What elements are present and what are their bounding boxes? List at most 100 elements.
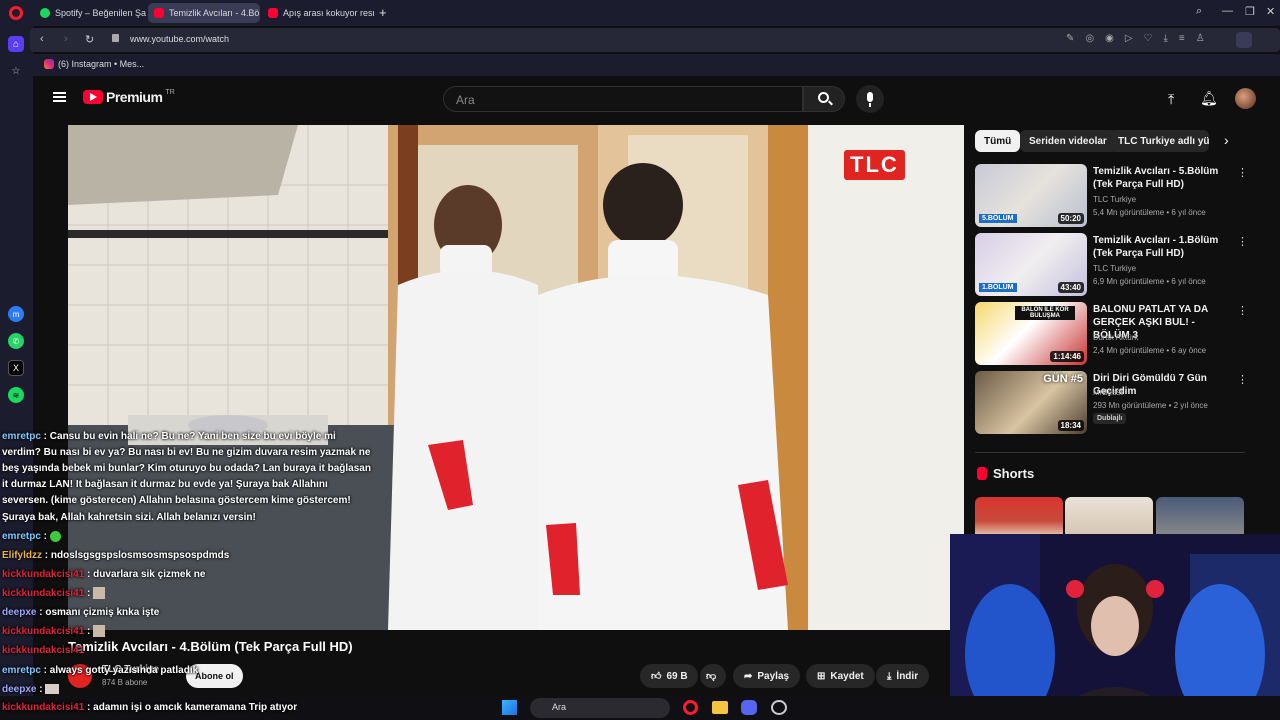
chat-username: emretpc bbox=[2, 431, 41, 442]
x-icon[interactable]: X bbox=[8, 360, 24, 376]
url-field[interactable]: www.youtube.com/watch bbox=[130, 34, 229, 44]
dislike-button[interactable]: 👎︎ bbox=[700, 664, 726, 688]
share-button[interactable]: ➦ Paylaş bbox=[733, 664, 801, 688]
bookmark-instagram[interactable]: (6) Instagram • Mes... bbox=[44, 59, 144, 69]
chat-username: kickkundakcisi41 bbox=[2, 626, 85, 637]
download-button[interactable]: ⤓ İndir bbox=[876, 664, 930, 688]
webcam-overlay bbox=[950, 534, 1280, 720]
star-icon[interactable]: ☆ bbox=[8, 63, 24, 79]
chat-text: beş yaşında bebek mi bunlar? Kim oturuyo… bbox=[2, 463, 371, 474]
chat-username: deepxe bbox=[2, 607, 37, 618]
chat-text: it durmaz LAN! It bağlasan it durmaz bu … bbox=[2, 479, 328, 490]
chat-text: : bbox=[36, 684, 46, 695]
chat-message: beş yaşında bebek mi bunlar? Kim oturuyo… bbox=[2, 461, 371, 478]
more-icon[interactable]: ⋮ bbox=[1237, 304, 1248, 317]
forward-icon[interactable]: › bbox=[64, 33, 68, 45]
recommendation-item[interactable]: BALON İLE KÖR BULUŞMA 1:14:46 BALONU PAT… bbox=[975, 302, 1248, 366]
spotify-icon[interactable]: ≋ bbox=[8, 387, 24, 403]
video-title: Temizlik Avcıları - 4.Bölüm (Tek Parça F… bbox=[68, 639, 353, 654]
upload-icon[interactable]: ⤒ bbox=[1168, 91, 1174, 108]
extensions-icon[interactable] bbox=[1236, 32, 1252, 48]
tab-youtube-active[interactable]: Temizlik Avcıları - 4.Bö bbox=[148, 3, 260, 23]
save-button[interactable]: ⊞ Kaydet bbox=[806, 664, 875, 688]
recommendation-item[interactable]: GÜN #5 18:34 Diri Diri Gömüldü 7 Gün Geç… bbox=[975, 371, 1248, 435]
reload-icon[interactable]: ↻ bbox=[85, 33, 94, 46]
more-icon[interactable]: ⋮ bbox=[1237, 373, 1248, 386]
chevron-right-icon[interactable]: › bbox=[1224, 132, 1229, 148]
chip-series[interactable]: Seriden videolar bbox=[1020, 130, 1116, 152]
opera-logo-icon[interactable] bbox=[9, 6, 23, 20]
more-icon[interactable]: ⋮ bbox=[1237, 166, 1248, 179]
like-count: 69 B bbox=[666, 670, 688, 682]
duration-badge: 50:20 bbox=[1057, 213, 1084, 224]
opera-icon[interactable] bbox=[683, 700, 698, 715]
search-input[interactable]: Ara bbox=[443, 86, 803, 112]
short-thumbnail[interactable] bbox=[1156, 497, 1244, 537]
search-button[interactable] bbox=[803, 86, 845, 112]
recommendation-item[interactable]: 5.BÖLÜM 50:20 Temizlik Avcıları - 5.Bölü… bbox=[975, 164, 1248, 228]
download-icon: ⤓ bbox=[887, 670, 892, 682]
chat-username: Elifyldzz bbox=[2, 550, 43, 561]
webcam-frame bbox=[950, 534, 1280, 720]
thumbnail: BALON İLE KÖR BULUŞMA 1:14:46 bbox=[975, 302, 1087, 365]
app-icon[interactable] bbox=[771, 700, 787, 715]
bookmark-label: (6) Instagram • Mes... bbox=[58, 59, 145, 69]
tab-label: Apış arası kokuyor resmen bbox=[283, 8, 374, 18]
youtube-logo[interactable]: Premium TR bbox=[83, 89, 175, 105]
maximize-icon[interactable]: ❐ bbox=[1245, 5, 1255, 18]
home-icon[interactable]: ⌂ bbox=[8, 36, 24, 52]
windows-start-icon[interactable] bbox=[502, 700, 517, 715]
back-icon[interactable]: ‹ bbox=[40, 33, 44, 45]
bookmark-icon: ⊞ bbox=[817, 670, 826, 682]
recommendation-item[interactable]: 1.BÖLÜM 43:40 Temizlik Avcıları - 1.Bölü… bbox=[975, 233, 1248, 297]
chat-text: : bbox=[84, 626, 94, 637]
video-meta: 293 Mn görüntüleme • 2 yıl önce bbox=[1093, 401, 1208, 410]
chat-text: : bbox=[40, 531, 50, 542]
notifications-icon[interactable]: 🔔︎ bbox=[1200, 90, 1218, 107]
emote-icon bbox=[93, 625, 106, 638]
video-title: Temizlik Avcıları - 1.Bölüm (Tek Parça F… bbox=[1093, 235, 1219, 259]
file-explorer-icon[interactable] bbox=[712, 701, 728, 714]
search-icon[interactable]: ⌕ bbox=[1196, 5, 1202, 18]
youtube-play-icon bbox=[83, 90, 103, 104]
logo-text: Premium bbox=[106, 89, 163, 105]
taskbar-search[interactable]: Ara bbox=[530, 698, 670, 718]
chip-all[interactable]: Tümü bbox=[975, 130, 1021, 152]
thumb-label: GÜN #5 bbox=[1043, 373, 1083, 385]
video-meta: 5,4 Mn görüntüleme • 6 yıl önce bbox=[1093, 208, 1206, 217]
channel-name: MrBeast bbox=[1093, 388, 1123, 397]
short-thumbnail[interactable] bbox=[1065, 497, 1153, 537]
tab-spotify[interactable]: Spotify – Beğenilen Şarkıl bbox=[34, 3, 146, 23]
video-title: Temizlik Avcıları - 5.Bölüm (Tek Parça F… bbox=[1093, 166, 1219, 190]
tab-youtube[interactable]: Apış arası kokuyor resmen bbox=[262, 3, 374, 23]
chat-username: emretpc bbox=[2, 531, 41, 542]
browser-tab-bar: Spotify – Beğenilen Şarkıl Temizlik Avcı… bbox=[0, 0, 1280, 26]
avatar[interactable] bbox=[1235, 88, 1256, 109]
divider bbox=[975, 452, 1245, 453]
video-meta: 2,4 Mn görüntüleme • 6 ay önce bbox=[1093, 346, 1207, 355]
thumb-label: BALON İLE KÖR BULUŞMA bbox=[1015, 306, 1075, 320]
like-button[interactable]: 👍︎ 69 B bbox=[640, 664, 698, 688]
new-tab-button[interactable]: + bbox=[379, 5, 387, 20]
close-icon[interactable]: ✕ bbox=[1266, 5, 1275, 18]
whatsapp-icon[interactable]: ✆ bbox=[8, 333, 24, 349]
toolbar-icons[interactable]: ✎◎◉▷♡⤓≡♙ bbox=[1066, 33, 1216, 44]
messenger-icon[interactable]: m bbox=[8, 306, 24, 322]
thumbs-down-icon: 👎︎ bbox=[706, 671, 717, 682]
youtube-icon bbox=[154, 8, 164, 18]
chip-channel[interactable]: TLC Turkiye adlı yükle bbox=[1109, 130, 1209, 152]
minimize-icon[interactable]: — bbox=[1222, 5, 1233, 17]
discord-icon[interactable] bbox=[741, 700, 757, 715]
voice-search-button[interactable] bbox=[856, 85, 884, 113]
menu-icon[interactable] bbox=[53, 92, 66, 102]
chat-text: : ndoslsgsgspslosmsosmspsospdmds bbox=[42, 550, 230, 561]
taskbar-search-label: Ara bbox=[552, 702, 567, 712]
chat-message: Elifyldzz : ndoslsgsgspslosmsosmspsospdm… bbox=[2, 548, 229, 565]
download-label: İndir bbox=[896, 670, 919, 682]
chat-text: : osmanı çizmiş knka işte bbox=[36, 607, 160, 618]
tab-label: Spotify – Beğenilen Şarkıl bbox=[55, 8, 146, 18]
more-icon[interactable]: ⋮ bbox=[1237, 235, 1248, 248]
short-thumbnail[interactable] bbox=[975, 497, 1063, 537]
watermark-text: TLC bbox=[844, 150, 905, 180]
thumbnail: 1.BÖLÜM 43:40 bbox=[975, 233, 1087, 296]
